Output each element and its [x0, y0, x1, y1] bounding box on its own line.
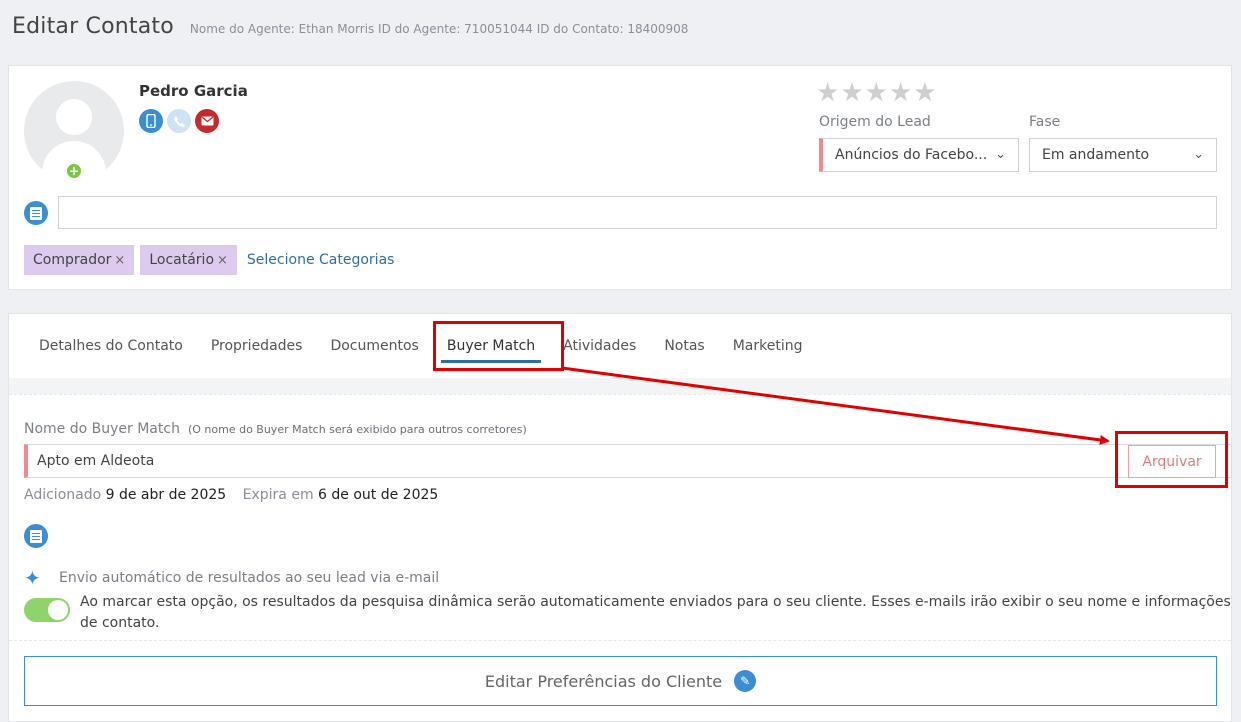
- star-icon[interactable]: ★: [865, 80, 888, 106]
- note-icon[interactable]: [24, 201, 48, 225]
- sparkle-icon: ✦: [24, 566, 41, 590]
- tab-notas[interactable]: Notas: [650, 338, 718, 354]
- pencil-icon: ✎: [734, 670, 757, 692]
- highlight-box-archive: [1115, 431, 1228, 488]
- remove-tag-icon[interactable]: ×: [114, 253, 125, 268]
- tag-locatario: Locatário ×: [140, 245, 237, 275]
- contact-note-input[interactable]: [58, 196, 1217, 229]
- tab-divider: [9, 378, 1231, 394]
- chevron-down-icon: ⌄: [1193, 147, 1204, 162]
- tab-detalhes-do-contato[interactable]: Detalhes do Contato: [25, 338, 197, 354]
- note-icon[interactable]: [24, 524, 48, 548]
- buyer-match-card: Detalhes do Contato Propriedades Documen…: [8, 313, 1232, 722]
- auto-send-toggle[interactable]: [24, 598, 70, 622]
- lead-origin-value: Anúncios do Facebo...: [835, 147, 988, 163]
- mobile-icon[interactable]: [139, 109, 163, 133]
- buyer-match-hint: (O nome do Buyer Match será exibido para…: [187, 423, 527, 436]
- phase-value: Em andamento: [1042, 147, 1150, 163]
- buyer-match-dates: Adicionado 9 de abr de 2025 Expira em 6 …: [24, 487, 450, 503]
- edit-preferences-button[interactable]: Editar Preferências do Cliente ✎: [24, 656, 1217, 706]
- tab-marketing[interactable]: Marketing: [719, 338, 817, 354]
- tab-documentos[interactable]: Documentos: [316, 338, 432, 354]
- lead-origin-label: Origem do Lead: [819, 114, 931, 130]
- page-title: Editar Contato: [12, 14, 174, 39]
- email-icon[interactable]: [195, 109, 219, 133]
- tab-propriedades[interactable]: Propriedades: [197, 338, 317, 354]
- phase-select[interactable]: Em andamento ⌄: [1029, 138, 1217, 172]
- expires-label: Expira em: [242, 487, 314, 503]
- rating-stars[interactable]: ★ ★ ★ ★ ★: [816, 80, 937, 106]
- contact-icons: [139, 109, 219, 133]
- tab-bar: Detalhes do Contato Propriedades Documen…: [9, 314, 1231, 378]
- category-tags: Comprador × Locatário × Selecione Categori…: [24, 245, 394, 275]
- chevron-down-icon: ⌄: [995, 147, 1006, 162]
- highlight-box-tab: [433, 321, 564, 371]
- star-icon[interactable]: ★: [913, 80, 936, 106]
- select-categories-link[interactable]: Selecione Categorias: [247, 252, 395, 268]
- agent-meta: Nome do Agente: Ethan Morris ID do Agent…: [189, 22, 689, 36]
- phase-label: Fase: [1029, 114, 1061, 130]
- buyer-match-name-label: Nome do Buyer Match (O nome do Buyer Matc…: [24, 421, 527, 437]
- lead-origin-select[interactable]: Anúncios do Facebo... ⌄: [819, 138, 1019, 172]
- add-photo-icon[interactable]: +: [67, 164, 81, 178]
- contact-name: Pedro Garcia: [139, 82, 248, 100]
- phone-icon[interactable]: [167, 109, 191, 133]
- tag-comprador: Comprador ×: [24, 245, 135, 275]
- contact-card: + Pedro Garcia ★ ★ ★ ★ ★ Origem do Lead …: [8, 65, 1232, 290]
- expires-date: 6 de out de 2025: [318, 487, 439, 503]
- star-icon[interactable]: ★: [840, 80, 863, 106]
- added-date: 9 de abr de 2025: [105, 487, 227, 503]
- buyer-match-name-input[interactable]: Apto em Aldeota: [24, 444, 1232, 478]
- page-header: Editar Contato Nome do Agente: Ethan Mor…: [12, 14, 688, 39]
- star-icon[interactable]: ★: [889, 80, 912, 106]
- remove-tag-icon[interactable]: ×: [217, 253, 228, 268]
- star-icon[interactable]: ★: [816, 80, 839, 106]
- added-label: Adicionado: [24, 487, 102, 503]
- auto-send-description: Ao marcar esta opção, os resultados da p…: [80, 594, 1231, 631]
- tab-atividades[interactable]: Atividades: [549, 338, 650, 354]
- auto-send-title: Envio automático de resultados ao seu le…: [59, 570, 440, 586]
